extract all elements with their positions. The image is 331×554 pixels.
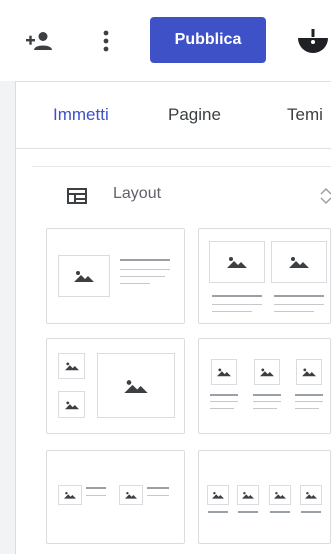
- layout-card-image-left-text-right[interactable]: [46, 228, 185, 324]
- text-line: [238, 511, 258, 513]
- publish-button[interactable]: Pubblica: [150, 17, 266, 63]
- layout-card-two-images-with-captions[interactable]: [198, 228, 331, 324]
- layout-card-two-small-one-large[interactable]: [46, 338, 185, 434]
- image-placeholder: [119, 485, 143, 505]
- text-line: [210, 401, 238, 402]
- text-line: [295, 394, 323, 396]
- image-icon: [64, 492, 76, 499]
- tab-pages[interactable]: Pagine: [168, 82, 221, 148]
- image-icon: [64, 362, 79, 371]
- image-icon: [289, 257, 309, 268]
- image-icon: [64, 401, 79, 409]
- text-line: [120, 283, 150, 284]
- text-line: [120, 259, 170, 261]
- text-line: [147, 487, 169, 489]
- left-rail: [0, 81, 16, 554]
- image-placeholder: [300, 485, 322, 505]
- text-line: [301, 511, 321, 513]
- text-line: [295, 401, 323, 402]
- text-line: [86, 487, 106, 489]
- image-placeholder: [97, 353, 175, 418]
- layout-card-four-images-with-captions[interactable]: [198, 450, 331, 544]
- tab-insert[interactable]: Immetti: [53, 82, 109, 148]
- text-line: [212, 295, 262, 297]
- text-line: [253, 408, 277, 409]
- image-icon: [125, 492, 137, 499]
- top-toolbar: Pubblica: [0, 0, 331, 82]
- section-title: Layout: [113, 185, 162, 202]
- image-placeholder: [58, 255, 110, 297]
- sidebar-tabs: Immetti Pagine Temi: [16, 82, 331, 149]
- text-line: [274, 311, 314, 312]
- text-line: [270, 511, 290, 513]
- image-icon: [274, 492, 286, 499]
- text-line: [120, 276, 165, 277]
- layout-section-header[interactable]: Layout: [32, 167, 331, 224]
- image-placeholder: [269, 485, 291, 505]
- image-icon: [302, 368, 316, 377]
- image-icon: [217, 368, 231, 377]
- text-line: [212, 311, 252, 312]
- layout-grid-icon: [67, 188, 87, 209]
- image-placeholder: [211, 359, 237, 385]
- image-placeholder: [296, 359, 322, 385]
- text-line: [147, 495, 169, 496]
- layout-card-three-images-with-captions[interactable]: [198, 338, 331, 434]
- image-icon: [212, 492, 224, 499]
- tab-themes[interactable]: Temi: [287, 82, 323, 148]
- image-icon: [74, 271, 94, 282]
- text-line: [295, 408, 319, 409]
- text-line: [253, 401, 281, 402]
- text-line: [120, 269, 170, 270]
- image-icon: [260, 368, 274, 377]
- text-line: [210, 408, 234, 409]
- image-placeholder: [58, 391, 85, 418]
- image-placeholder: [58, 353, 85, 379]
- image-icon: [227, 257, 247, 268]
- text-line: [274, 295, 324, 297]
- more-vertical-icon[interactable]: [98, 28, 114, 54]
- avatar-icon[interactable]: [295, 26, 331, 58]
- text-line: [274, 304, 324, 305]
- image-placeholder: [271, 241, 327, 283]
- image-placeholder: [58, 485, 82, 505]
- person-add-icon[interactable]: [22, 29, 56, 53]
- image-placeholder: [237, 485, 259, 505]
- image-icon: [242, 492, 254, 499]
- text-line: [210, 394, 238, 396]
- image-placeholder: [254, 359, 280, 385]
- text-line: [208, 511, 228, 513]
- text-line: [253, 394, 281, 396]
- collapse-chevron-icon[interactable]: [319, 187, 331, 210]
- image-icon: [124, 379, 148, 393]
- image-placeholder: [207, 485, 229, 505]
- layout-card-two-image-text-pairs[interactable]: [46, 450, 185, 544]
- text-line: [86, 495, 106, 496]
- image-icon: [305, 492, 317, 499]
- text-line: [212, 304, 262, 305]
- image-placeholder: [209, 241, 265, 283]
